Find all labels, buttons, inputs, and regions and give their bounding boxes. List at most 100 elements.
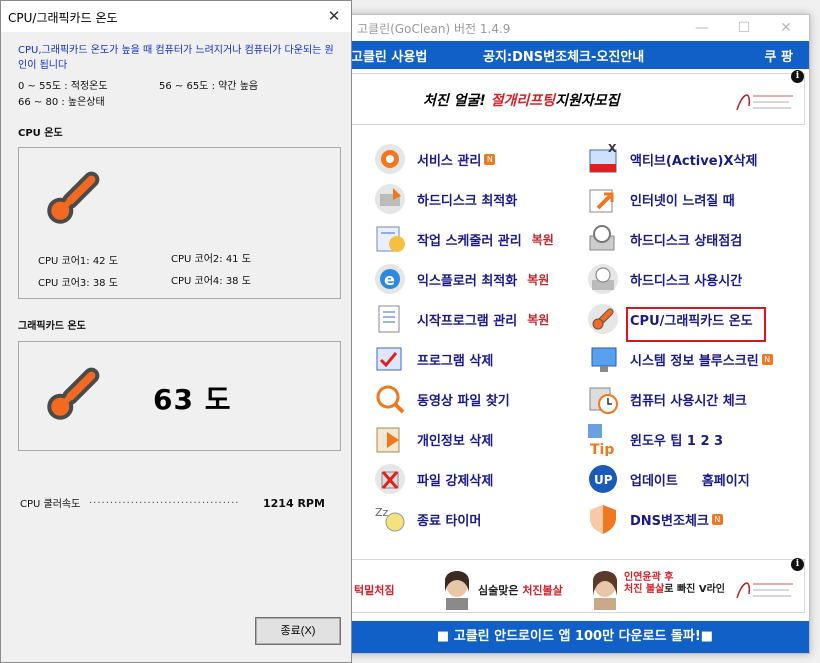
ad-bottom-text-b: 심술맞은 처진볼살 <box>478 582 563 598</box>
menu-item-right-4[interactable]: 하드디스크 사용시간 <box>586 262 742 296</box>
menu-item-left-9[interactable]: 파일 강제삭제 <box>373 462 493 496</box>
ad-text-c1: 인연윤곽 후 <box>624 572 674 583</box>
core-temp-2: CPU 코어2: 41 도 <box>171 254 251 265</box>
menu-item-right-1[interactable]: X 액티브(Active)X삭제 <box>586 142 757 176</box>
fan-dot-leader: ........................................… <box>89 495 239 506</box>
core-temp-1: CPU 코어1: 42 도 <box>38 256 118 267</box>
menu-item-right-10[interactable]: DNS변조체크 N <box>586 502 723 536</box>
force-delete-icon <box>373 462 409 496</box>
menu-item-left-4[interactable]: e 익스플로러 최적화 복원 <box>373 262 549 296</box>
menu-item-left-1[interactable]: 서비스 관리 N <box>373 142 496 176</box>
clinic-logo <box>733 86 795 116</box>
restore-link[interactable]: 복원 <box>527 271 549 288</box>
update-icon: UP <box>586 462 622 496</box>
restore-link[interactable]: 복원 <box>532 231 554 248</box>
goclean-main-window: 고클린(GoClean) 버전 1.4.9 — ☐ ✕ 고클린 사용법 공지:D… <box>340 14 810 654</box>
main-titlebar[interactable]: 고클린(GoClean) 버전 1.4.9 — ☐ ✕ <box>341 15 809 41</box>
menu-item-label: 서비스 관리 <box>417 153 482 169</box>
highlight-box-cpu-temp <box>626 307 766 342</box>
menu-coupon-link[interactable]: 쿠 팡 <box>765 46 793 65</box>
svg-text:Tip: Tip <box>590 442 614 456</box>
gpu-temp-value: 63 도 <box>153 383 232 416</box>
temperature-window: CPU/그래픽카드 온도 ✕ CPU,그래픽카드 온도가 높을 때 컴퓨터가 느… <box>0 0 352 663</box>
menu-item-right-6[interactable]: 시스템 정보 블루스크린 N <box>586 342 773 376</box>
restore-link[interactable]: 복원 <box>527 311 549 328</box>
face-image-1 <box>445 571 469 610</box>
sysinfo-icon <box>586 342 622 376</box>
svg-text:UP: UP <box>594 473 613 487</box>
info-icon-bottom[interactable]: i <box>791 558 804 571</box>
menu-item-right-8[interactable]: Tip 윈도우 팁 1 2 3 <box>586 422 723 458</box>
ad-bottom-text-a: 턱밑처짐 <box>354 584 395 597</box>
network-icon <box>586 182 622 216</box>
ad-banner-bottom[interactable]: 턱밑처짐 심술맞은 처진볼살 인연윤곽 후 처진 볼살로 빠진 V라인 i <box>347 558 805 613</box>
menu-item-left-3[interactable]: 작업 스케줄러 관리 복원 <box>373 222 554 256</box>
clinic-logo-bottom <box>733 574 795 604</box>
ad-bottom-text-c: 인연윤곽 후 처진 볼살로 빠진 V라인 <box>624 572 725 596</box>
cpu-temp-panel: CPU 코어1: 42 도 CPU 코어2: 41 도 CPU 코어3: 38 … <box>18 147 341 299</box>
menu-item-label: 파일 강제삭제 <box>417 473 494 489</box>
menu-item-label: 시작프로그램 관리 <box>417 313 518 329</box>
menu-item-left-5[interactable]: 시작프로그램 관리 복원 <box>373 302 549 336</box>
homepage-link[interactable]: 홈페이지 <box>702 470 750 489</box>
menu-item-label: 개인정보 삭제 <box>417 433 494 449</box>
svg-text:Zz: Zz <box>375 506 389 519</box>
thermometer-icon <box>586 302 622 336</box>
menu-item-label: 하드디스크 최적화 <box>417 193 518 209</box>
defrag-icon <box>373 182 409 216</box>
thermometer-icon <box>47 367 100 420</box>
close-icon[interactable]: ✕ <box>771 18 801 38</box>
maximize-icon[interactable]: ☐ <box>729 18 759 38</box>
minimize-icon[interactable]: — <box>687 18 717 38</box>
fan-speed-label: CPU 쿨러속도 <box>20 499 81 510</box>
range-slight: 56 ~ 65도 : 약간 높음 <box>159 81 259 92</box>
menu-item-left-10[interactable]: Zz 종료 타이머 <box>373 502 481 536</box>
ad-text-b2: 처진볼살 <box>522 584 563 597</box>
face-image-2 <box>593 571 617 610</box>
menu-item-left-6[interactable]: 프로그램 삭제 <box>373 342 493 376</box>
menu-item-label: 인터넷이 느려질 때 <box>630 193 735 209</box>
close-icon[interactable]: ✕ <box>321 5 347 27</box>
timer-icon: Zz <box>373 502 409 536</box>
svg-text:e: e <box>384 270 395 289</box>
ad-text-part1: 처진 얼굴! <box>423 93 491 109</box>
menu-item-right-3[interactable]: 하드디스크 상태점검 <box>586 222 742 256</box>
menu-item-label: 프로그램 삭제 <box>417 353 494 369</box>
temp-titlebar[interactable]: CPU/그래픽카드 온도 ✕ <box>1 1 351 32</box>
menu-item-left-2[interactable]: 하드디스크 최적화 <box>373 182 517 216</box>
disk-time-icon <box>586 262 622 296</box>
ad-text-c2: 처진 볼살 <box>624 584 665 595</box>
menu-usage-link[interactable]: 고클린 사용법 <box>351 46 427 65</box>
info-icon[interactable]: i <box>791 70 804 83</box>
warning-text: CPU,그래픽카드 온도가 높을 때 컴퓨터가 느려지거나 컴퓨터가 다운되는 … <box>18 45 334 71</box>
ad-text-part3: 지원자모집 <box>555 93 620 109</box>
gear-icon <box>373 142 409 176</box>
ad-banner-top-text: 처진 얼굴! 절개리프팅지원자모집 <box>423 90 619 110</box>
cpu-temp-label: CPU 온도 <box>18 128 63 139</box>
exit-button[interactable]: 종료(X) <box>255 617 341 645</box>
main-menu-bar: 고클린 사용법 공지:DNS변조체크-오진안내 쿠 팡 <box>341 41 809 69</box>
gpu-temp-panel: 63 도 <box>18 341 341 451</box>
footer-banner[interactable]: ■ 고클린 안드로이드 앱 100만 다운로드 돌파!■ <box>341 621 809 653</box>
menu-item-right-7[interactable]: 컴퓨터 사용시간 체크 <box>586 382 747 416</box>
scheduler-icon <box>373 222 409 256</box>
range-high: 66 ~ 80 : 높은상태 <box>18 97 105 108</box>
ie-icon: e <box>373 262 409 296</box>
menu-item-left-7[interactable]: 동영상 파일 찾기 <box>373 382 510 416</box>
menu-notice-link[interactable]: 공지:DNS변조체크-오진안내 <box>483 46 644 65</box>
ad-text-c3: 로 빠진 V라인 <box>664 584 725 595</box>
menu-item-right-2[interactable]: 인터넷이 느려질 때 <box>586 182 735 216</box>
menu-item-right-9[interactable]: UP 업데이트 홈페이지 <box>586 462 750 496</box>
menu-item-label: 익스플로러 최적화 <box>417 273 518 289</box>
core-temp-3: CPU 코어3: 38 도 <box>38 278 118 289</box>
menu-item-left-8[interactable]: 개인정보 삭제 <box>373 422 493 456</box>
range-normal: 0 ~ 55도 : 적정온도 <box>18 81 108 92</box>
ad-banner-top[interactable]: 처진 얼굴! 절개리프팅지원자모집 i <box>347 70 805 125</box>
shield-icon <box>586 502 622 536</box>
main-window-title: 고클린(GoClean) 버전 1.4.9 <box>357 22 511 36</box>
menu-item-label: 시스템 정보 블루스크린 <box>630 353 759 369</box>
thermometer-icon <box>47 171 100 224</box>
privacy-icon <box>373 422 409 456</box>
menu-item-label: DNS변조체크 <box>630 513 709 529</box>
menu-item-label: 하드디스크 상태점검 <box>630 233 743 249</box>
